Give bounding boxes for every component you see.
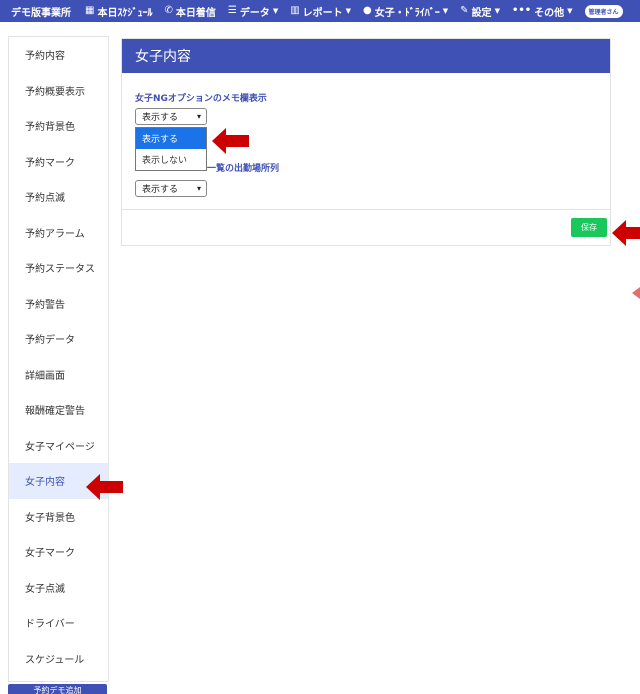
sidebar-item-reservation-summary[interactable]: 予約概要表示 <box>9 73 108 109</box>
nav-label: 設定 <box>471 7 492 19</box>
person-icon: ● <box>363 5 372 16</box>
sidebar-item-girl-mypage[interactable]: 女子マイページ <box>9 428 108 464</box>
chevron-down-icon: ▾ <box>196 112 201 121</box>
sidebar-item-driver[interactable]: ドライバー <box>9 605 108 641</box>
sidebar-item-reservation-blink[interactable]: 予約点滅 <box>9 179 108 215</box>
caret-down-icon: ▼ <box>345 7 352 15</box>
sidebar-item-girl-bgcolor[interactable]: 女子背景色 <box>9 499 108 535</box>
sidebar-item-girl-mark[interactable]: 女子マーク <box>9 534 108 570</box>
sidebar-item-schedule[interactable]: スケジュール <box>9 641 108 677</box>
attendance-column-label: 一覧の出勤場所列 <box>207 164 280 174</box>
calendar-icon: ▦ <box>85 5 95 16</box>
nav-data[interactable]: ☰ データ ▼ <box>228 4 278 19</box>
option-show[interactable]: 表示する <box>136 128 206 149</box>
ng-option-memo-dropdown: 表示する 表示しない <box>135 127 207 171</box>
nav-settings[interactable]: ✎ 設定 ▼ <box>460 4 500 19</box>
sidebar-item-reservation-mark[interactable]: 予約マーク <box>9 144 108 180</box>
option-hide[interactable]: 表示しない <box>136 149 206 170</box>
annotation-arrow-icon <box>86 474 123 500</box>
nav-label: 本日着信 <box>175 7 216 19</box>
caret-down-icon: ▼ <box>567 7 573 15</box>
annotation-arrow-fragment-icon <box>632 287 640 299</box>
ng-option-memo-label: 女子NGオプションのメモ欄表示 <box>135 94 267 104</box>
brand-name[interactable]: デモ版事業所 <box>11 4 71 19</box>
select-value: 表示する <box>142 113 179 123</box>
caret-down-icon: ▼ <box>272 7 279 15</box>
database-icon: ☰ <box>227 5 237 16</box>
sidebar-item-detail-screen[interactable]: 詳細画面 <box>9 357 108 393</box>
nav-label: 本日ｽｹｼﾞｭｰﾙ <box>97 7 153 19</box>
nav-today-schedule[interactable]: ▦ 本日ｽｹｼﾞｭｰﾙ <box>85 4 152 19</box>
caret-down-icon: ▼ <box>442 7 449 15</box>
nav-other[interactable]: ••• その他 ▼ <box>512 4 573 19</box>
caret-down-icon: ▼ <box>494 7 500 15</box>
sidebar-item-reservation-warning[interactable]: 予約警告 <box>9 286 108 322</box>
user-badge[interactable]: 管理者さん <box>584 4 623 18</box>
annotation-arrow-icon <box>612 220 640 246</box>
phone-icon: ✆ <box>164 5 173 16</box>
sidebar-item-reservation-status[interactable]: 予約ステータス <box>9 250 108 286</box>
nav-label: 女子・ﾄﾞﾗｲﾊﾞｰ <box>374 7 440 19</box>
save-button[interactable]: 保存 <box>571 218 607 237</box>
sidebar-item-reservation-data[interactable]: 予約データ <box>9 321 108 357</box>
card-title: 女子内容 <box>122 39 610 73</box>
nav-label: その他 <box>534 7 565 19</box>
add-demo-reservation-button[interactable]: 予約デモ追加 <box>8 684 107 694</box>
attendance-column-select[interactable]: 表示する ▾ <box>135 180 207 197</box>
ng-option-memo-select[interactable]: 表示する ▾ <box>135 108 207 125</box>
nav-today-calls[interactable]: ✆ 本日着信 <box>164 4 215 19</box>
sidebar-item-reservation-content[interactable]: 予約内容 <box>9 37 108 73</box>
girl-content-card: 女子内容 女子NGオプションのメモ欄表示 表示する ▾ 表示する 表示しない 一… <box>121 38 611 246</box>
chart-icon: ▥ <box>290 5 300 16</box>
card-footer-divider <box>122 209 610 210</box>
settings-sidebar: 予約内容 予約概要表示 予約背景色 予約マーク 予約点滅 予約アラーム 予約ステ… <box>8 36 109 682</box>
annotation-arrow-icon <box>212 128 249 154</box>
sidebar-item-reservation-bgcolor[interactable]: 予約背景色 <box>9 108 108 144</box>
more-icon: ••• <box>511 5 532 16</box>
sidebar-item-reservation-alarm[interactable]: 予約アラーム <box>9 215 108 251</box>
nav-label: データ <box>239 7 270 19</box>
sidebar-item-reward-warning[interactable]: 報酬確定警告 <box>9 392 108 428</box>
chevron-down-icon: ▾ <box>196 184 201 193</box>
nav-report[interactable]: ▥ レポート ▼ <box>290 4 351 19</box>
top-navbar: デモ版事業所 ▦ 本日ｽｹｼﾞｭｰﾙ ✆ 本日着信 ☰ データ ▼ ▥ レポート… <box>0 0 640 22</box>
nav-girls-drivers[interactable]: ● 女子・ﾄﾞﾗｲﾊﾞｰ ▼ <box>363 4 448 19</box>
nav-label: レポート <box>302 7 343 19</box>
wrench-icon: ✎ <box>460 5 469 16</box>
sidebar-item-girl-blink[interactable]: 女子点滅 <box>9 570 108 606</box>
select-value: 表示する <box>142 185 179 195</box>
